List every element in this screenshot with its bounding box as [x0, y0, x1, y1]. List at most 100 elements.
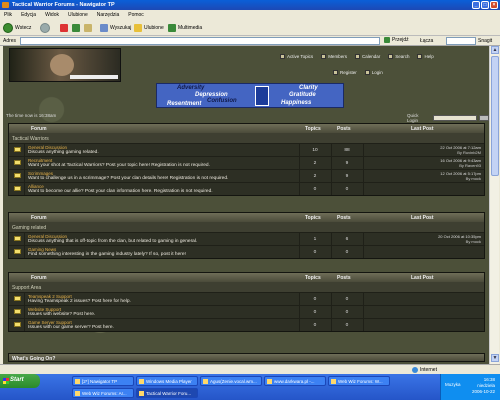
- last-post-author[interactable]: By Raven93: [459, 163, 481, 168]
- table-header: Forum Topics Posts Last Post: [9, 213, 484, 222]
- topic-count: 0: [313, 187, 317, 192]
- forum-page: Active Topics Members Calendar Search He…: [3, 46, 489, 364]
- app-icon: [267, 379, 272, 384]
- security-zone: Internet: [412, 367, 437, 373]
- envelope-icon: [14, 173, 21, 178]
- category-title[interactable]: Tactical Warriors: [9, 133, 484, 143]
- app-icon: [75, 391, 80, 396]
- forum-row[interactable]: Recruitment Want your shot at Tactical W…: [9, 156, 484, 169]
- forum-row[interactable]: Website Support Issues with website? Pos…: [9, 305, 484, 318]
- app-icon: [139, 379, 144, 384]
- search-button[interactable]: Wyszukaj: [100, 22, 131, 33]
- app-icon: [75, 379, 80, 384]
- toolbar-search-input[interactable]: [446, 37, 476, 45]
- row-icon-cell: [9, 144, 25, 156]
- login-link[interactable]: Login: [364, 70, 383, 75]
- taskbar-item[interactable]: Web Wiz Forums: Ar...: [72, 388, 134, 398]
- home-button[interactable]: [84, 22, 92, 33]
- forum-row[interactable]: Game Server Support Issues with our game…: [9, 318, 484, 331]
- status-bar: Internet: [0, 364, 500, 374]
- ad-word: Gratitude: [289, 92, 316, 98]
- quick-login-input[interactable]: [432, 115, 478, 121]
- menu-edit[interactable]: Edycja: [21, 12, 36, 19]
- row-icon-cell: [9, 183, 25, 195]
- category-title[interactable]: Gaming related: [9, 222, 484, 232]
- refresh-button[interactable]: [72, 22, 80, 33]
- back-button[interactable]: Wstecz: [3, 22, 31, 33]
- menu-file[interactable]: Plik: [4, 12, 12, 19]
- clock[interactable]: 16:38 niedziela 2006-10-22: [472, 377, 495, 395]
- scrollbar-thumb[interactable]: [491, 56, 499, 176]
- maximize-button[interactable]: □: [481, 1, 489, 9]
- search-link[interactable]: Search: [388, 54, 409, 59]
- ad-word: Resentment: [167, 101, 202, 107]
- minimize-button[interactable]: _: [472, 1, 480, 9]
- zone-label: Internet: [420, 367, 437, 373]
- quick-login-button[interactable]: [479, 115, 489, 121]
- forum-description: Issues with our game server? Post here.: [28, 325, 114, 330]
- address-label: Adres: [3, 38, 17, 44]
- forum-row[interactable]: General Discussion Discuss anything gami…: [9, 143, 484, 156]
- last-post-author[interactable]: By Ruvinb2M: [457, 150, 481, 155]
- col-forum: Forum: [31, 126, 47, 132]
- calendar-link[interactable]: Calendar: [354, 54, 380, 59]
- current-time-text: The time now is 16:38am: [6, 113, 57, 118]
- forum-description: Having Teamspeak 2 issues? Post here for…: [28, 299, 131, 304]
- taskbar-item-active[interactable]: Tactical Warrior Foru...: [136, 388, 198, 398]
- menu-bar: Plik Edycja Widok Ulubione Narzędzia Pom…: [0, 10, 500, 19]
- forum-description: Want to become our allie? Post your clan…: [28, 189, 213, 194]
- taskbar-item[interactable]: www.darkwara.pl -...: [264, 376, 326, 386]
- forum-row[interactable]: Alliance Want to become our allie? Post …: [9, 182, 484, 195]
- multimedia-button[interactable]: Multimedia: [168, 22, 202, 33]
- category-title[interactable]: Support Area: [9, 282, 484, 292]
- post-count: 88: [344, 148, 350, 153]
- help-link[interactable]: Help: [417, 54, 434, 59]
- forum-row[interactable]: Gaming News Find something interesting i…: [9, 245, 484, 258]
- windows-taskbar: Start [2*] Nawigator TP Windows Media Pl…: [0, 374, 500, 400]
- menu-help[interactable]: Pomoc: [128, 12, 144, 19]
- task-label: www.darkwara.pl -...: [274, 379, 315, 384]
- forum-logo[interactable]: [9, 48, 121, 82]
- address-input[interactable]: [20, 37, 380, 45]
- globe-icon: [412, 367, 418, 373]
- members-link[interactable]: Members: [321, 54, 347, 59]
- forward-button[interactable]: [40, 22, 50, 33]
- menu-view[interactable]: Widok: [45, 12, 59, 19]
- last-post-author[interactable]: By mock: [466, 176, 481, 181]
- col-last-post: Last Post: [411, 126, 434, 132]
- taskbar-item[interactable]: Agus(Zenie.vocal.wm...: [200, 376, 262, 386]
- row-icon-cell: [9, 293, 25, 305]
- tray-label[interactable]: Muzyka: [445, 382, 461, 387]
- taskbar-item[interactable]: Web Wiz Forums: W...: [328, 376, 390, 386]
- close-button[interactable]: ×: [490, 1, 498, 9]
- stop-button[interactable]: [60, 22, 68, 33]
- clock-date: 2006-10-22: [471, 389, 495, 394]
- go-button[interactable]: Przejdź: [384, 37, 409, 43]
- forum-row[interactable]: Teamspeak 2 Support Having Teamspeak 2 i…: [9, 292, 484, 305]
- menu-favorites[interactable]: Ulubione: [68, 12, 88, 19]
- vertical-scrollbar[interactable]: ▲ ▼: [489, 46, 499, 364]
- taskbar-item[interactable]: Windows Media Player: [136, 376, 198, 386]
- favorites-button[interactable]: Ulubione: [134, 22, 164, 33]
- menu-tools[interactable]: Narzędzia: [97, 12, 120, 19]
- task-label: Windows Media Player: [146, 379, 192, 384]
- forum-description: Want your shot at Tactical Warriors? Pos…: [28, 163, 210, 168]
- advertisement-banner[interactable]: Adversity Depression Confusion Resentmen…: [156, 83, 344, 108]
- register-link[interactable]: Register: [333, 70, 357, 75]
- active-topics-link[interactable]: Active Topics: [280, 54, 313, 59]
- scroll-up-arrow-icon[interactable]: ▲: [491, 46, 499, 54]
- forum-description: Issues with website? Post here.: [28, 312, 96, 317]
- back-arrow-icon: [3, 22, 13, 33]
- key-icon: [364, 70, 370, 75]
- start-button[interactable]: Start: [0, 374, 40, 388]
- taskbar-item[interactable]: [2*] Nawigator TP: [72, 376, 134, 386]
- quick-login-label: Quick Login: [407, 113, 419, 123]
- last-post-author[interactable]: By mock: [466, 239, 481, 244]
- scroll-down-arrow-icon[interactable]: ▼: [491, 354, 499, 362]
- forum-row[interactable]: General Discussion Discuss anything that…: [9, 232, 484, 245]
- topics-icon: [280, 54, 285, 59]
- start-label: Start: [10, 377, 24, 383]
- snagit-button[interactable]: Snagit: [478, 38, 492, 44]
- links-label[interactable]: Łącza: [420, 38, 433, 44]
- forum-row[interactable]: Scrimmages Want to challenge us in a scr…: [9, 169, 484, 182]
